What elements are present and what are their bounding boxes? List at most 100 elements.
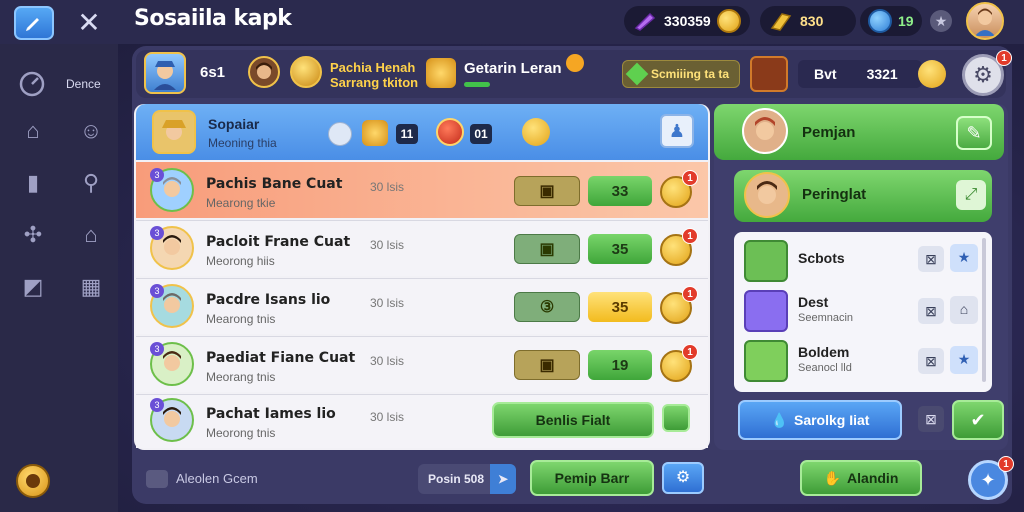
post-field[interactable]: Posin 508 ➤ bbox=[418, 464, 516, 494]
rank-badge: 3 bbox=[150, 342, 164, 356]
search-button[interactable]: 💧 Sarolkg Iiat bbox=[738, 400, 902, 440]
alandin-button[interactable]: ✋ Alandin bbox=[800, 460, 922, 496]
confirm-button[interactable]: ✔ bbox=[952, 400, 1004, 440]
smile-icon[interactable]: ☺ bbox=[78, 118, 104, 144]
face-icon bbox=[26, 474, 40, 488]
chart-icon[interactable]: ◩ bbox=[20, 274, 46, 300]
avatar[interactable] bbox=[966, 2, 1004, 40]
resource-button[interactable]: ▣ bbox=[514, 234, 580, 264]
panel-subtitle: Meoning thia bbox=[208, 136, 277, 150]
send-icon[interactable]: ➤ bbox=[490, 464, 516, 494]
edit-guild-button[interactable]: ✎ bbox=[956, 116, 992, 150]
notification-badge: 1 bbox=[682, 286, 698, 302]
settings-badge: 1 bbox=[996, 50, 1012, 66]
player-score: 6s1 bbox=[200, 64, 226, 81]
panel-title: Sopaiar bbox=[208, 116, 260, 132]
gems-counter[interactable]: 330359 bbox=[624, 6, 750, 36]
grid-icon[interactable]: ▦ bbox=[78, 274, 104, 300]
sidebar-item-label: Dence bbox=[66, 77, 101, 91]
rival-avatar[interactable] bbox=[248, 56, 280, 88]
score-pill[interactable]: 35 bbox=[588, 234, 652, 264]
resource-button[interactable]: ③ bbox=[514, 292, 580, 322]
score-pill[interactable]: 19 bbox=[588, 350, 652, 380]
chat-icon[interactable] bbox=[146, 470, 168, 488]
medal-icon bbox=[290, 56, 322, 88]
crown-icon bbox=[522, 118, 550, 146]
gear-icon: ⚙ bbox=[973, 62, 993, 87]
close-button[interactable]: ✕ bbox=[72, 6, 106, 40]
guild-title: Pemjan bbox=[802, 124, 856, 141]
edit-button[interactable] bbox=[14, 6, 54, 40]
profile-button[interactable]: ♟ bbox=[660, 114, 694, 148]
coin-icon bbox=[918, 60, 946, 88]
star-icon[interactable]: ★ bbox=[930, 10, 952, 32]
shield-icon bbox=[436, 118, 464, 146]
resource-button[interactable]: ▣ bbox=[514, 350, 580, 380]
stat-box: Bvt 3321 bbox=[798, 60, 922, 88]
trophy-icon bbox=[362, 120, 388, 146]
trash-button[interactable]: ⊠ bbox=[918, 348, 944, 374]
trash-button[interactable]: ⊠ bbox=[918, 246, 944, 272]
event-title: Getarin Leran bbox=[464, 60, 562, 77]
favorite-button[interactable]: ★ bbox=[950, 346, 978, 374]
score-pill[interactable]: 33 bbox=[588, 176, 652, 206]
scrollbar[interactable] bbox=[982, 238, 986, 382]
gold-counter[interactable]: 830 bbox=[760, 6, 856, 36]
person-icon bbox=[755, 117, 775, 140]
box-icon: ▣ bbox=[539, 183, 555, 200]
pencil-icon bbox=[744, 340, 788, 382]
chest-icon[interactable] bbox=[750, 56, 788, 92]
member-time: 30 lsis bbox=[370, 180, 405, 194]
more-button[interactable] bbox=[662, 404, 690, 432]
score-pill[interactable]: 35 bbox=[588, 292, 652, 322]
resource-button[interactable]: ▣ bbox=[514, 176, 580, 206]
gear-icon: ⚙ bbox=[675, 469, 691, 486]
puzzle-icon[interactable]: ✣ bbox=[20, 222, 46, 248]
user-icon: ♟ bbox=[668, 121, 686, 141]
stat-value: 3321 bbox=[866, 66, 898, 82]
member-name: Pacdre Isans lio bbox=[206, 292, 331, 308]
fight-button[interactable]: Benlis Fialt bbox=[492, 402, 654, 438]
post-label: Posin 508 bbox=[428, 472, 485, 486]
home-icon[interactable]: ⌂ bbox=[78, 222, 104, 248]
gold-bar-icon bbox=[770, 13, 792, 31]
member-name: Pachis Bane Cuat bbox=[206, 176, 343, 192]
member-name: Pachat Iames lio bbox=[206, 406, 336, 422]
search-icon[interactable]: ⚲ bbox=[78, 170, 104, 196]
members-panel-header bbox=[136, 104, 708, 160]
gear-button[interactable]: ⚙ bbox=[662, 462, 704, 494]
house-icon[interactable]: ⌂ bbox=[20, 118, 46, 144]
stat1-value: 11 bbox=[396, 124, 418, 144]
trash-button[interactable]: ⊠ bbox=[918, 406, 944, 432]
favorite-button[interactable]: ★ bbox=[950, 244, 978, 272]
book-icon[interactable]: ▮ bbox=[20, 170, 46, 196]
pencil-icon: ✎ bbox=[966, 123, 982, 143]
star-icon: ✦ bbox=[980, 470, 996, 490]
member-time: 30 lsis bbox=[370, 296, 405, 310]
offer-button[interactable]: Scmiiing ta ta bbox=[622, 60, 740, 88]
notification-badge: 1 bbox=[682, 344, 698, 360]
check-icon: ✔ bbox=[970, 410, 986, 430]
coin-icon bbox=[716, 9, 741, 33]
member-sub: Meorong hiis bbox=[206, 254, 275, 268]
gold-value: 830 bbox=[800, 13, 824, 29]
trash-button[interactable]: ⊠ bbox=[918, 298, 944, 324]
sidebar-item-dence[interactable]: Dence bbox=[18, 70, 101, 98]
face-button[interactable] bbox=[16, 464, 50, 498]
home-button[interactable]: ⌂ bbox=[950, 296, 978, 324]
item-name: Scbots bbox=[798, 250, 845, 266]
event-progress bbox=[464, 82, 490, 87]
gem-icon bbox=[634, 12, 656, 31]
box-icon: ▣ bbox=[539, 357, 555, 374]
center-button[interactable]: Pemip Barr bbox=[530, 460, 654, 496]
player-avatar[interactable] bbox=[144, 52, 186, 94]
link-button[interactable]: ⤢ bbox=[956, 180, 986, 210]
gauge-icon bbox=[19, 71, 45, 97]
member-name: Pacloit Frane Cuat bbox=[206, 234, 351, 250]
drop-icon: 💧 bbox=[770, 411, 788, 428]
search-button-label: Sarolkg Iiat bbox=[793, 412, 870, 428]
level-counter[interactable]: 19 bbox=[860, 6, 922, 36]
person-icon bbox=[154, 61, 176, 90]
link-icon: ⤢ bbox=[964, 186, 978, 203]
sub-header-title: Peringlat bbox=[802, 186, 867, 203]
